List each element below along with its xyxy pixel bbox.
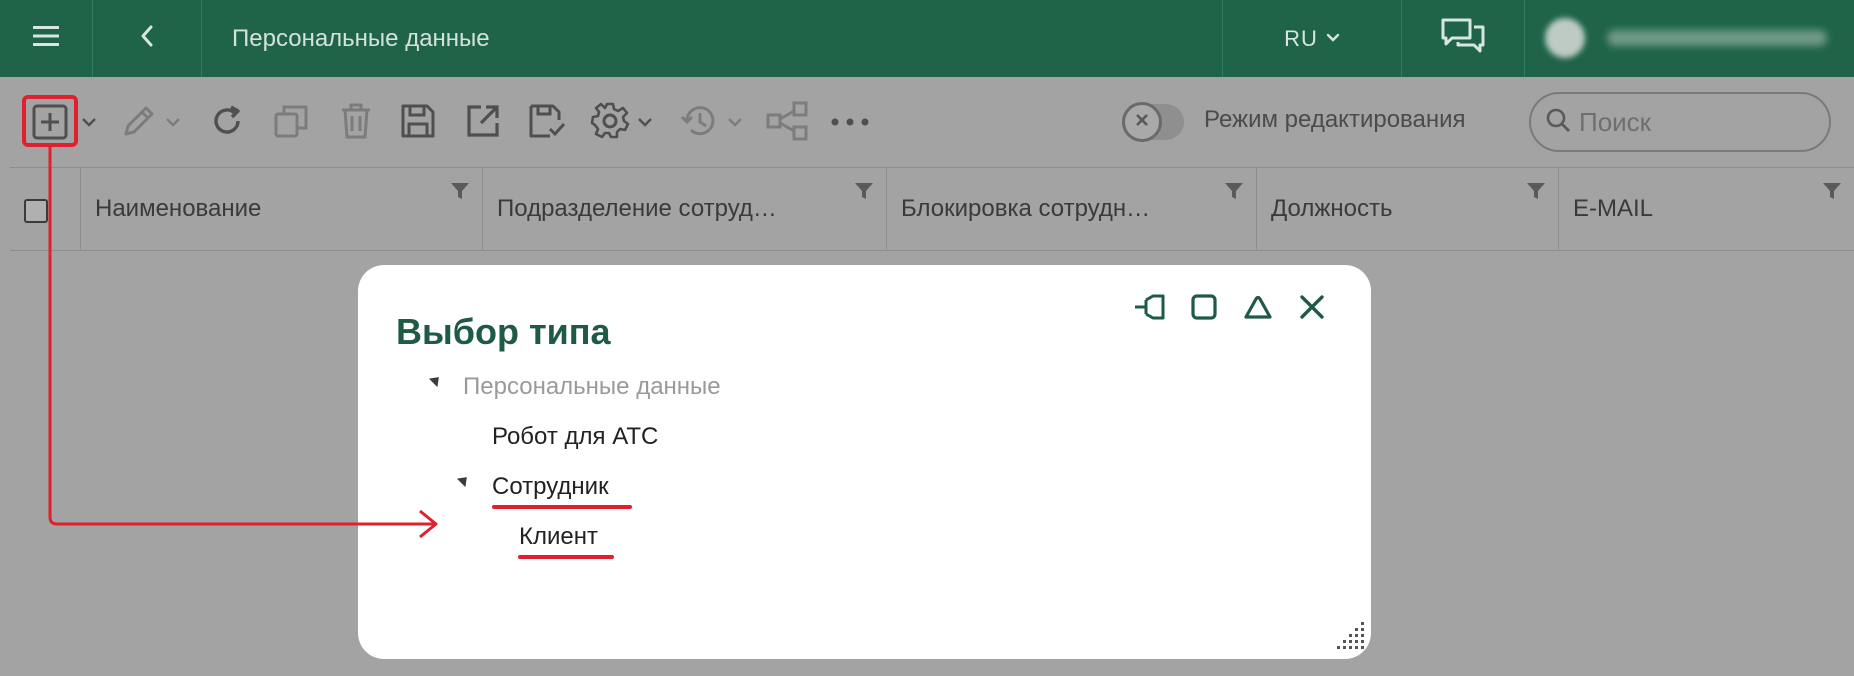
- user-name-blurred: [1607, 30, 1827, 46]
- save-button[interactable]: [398, 101, 438, 141]
- chevron-down-icon: [727, 117, 743, 127]
- chevron-down-icon: [1326, 30, 1340, 48]
- employee-underline: [492, 505, 632, 509]
- column-header-department[interactable]: Подразделение сотруд…: [482, 168, 886, 250]
- settings-icon: [590, 101, 630, 141]
- collapse-icon: [1242, 293, 1274, 326]
- column-label: Должность: [1271, 195, 1393, 222]
- search-icon: [1545, 107, 1571, 138]
- history-dropdown[interactable]: [726, 112, 744, 132]
- user-profile[interactable]: [1545, 16, 1835, 60]
- menu-button[interactable]: [0, 0, 92, 77]
- copy-button[interactable]: [271, 101, 311, 141]
- settings-dropdown[interactable]: [636, 112, 654, 132]
- chevron-down-icon: [165, 117, 181, 127]
- edit-mode-label: Режим редактирования: [1204, 106, 1466, 133]
- type-selection-dialog: Выбор типа Персональные данные Робот для…: [358, 265, 1371, 659]
- collapse-button[interactable]: [1238, 289, 1278, 329]
- pin-button[interactable]: [1130, 289, 1170, 329]
- column-header-email[interactable]: E-MAIL: [1558, 168, 1854, 250]
- chevron-down-icon: [637, 117, 653, 127]
- filter-icon[interactable]: [450, 180, 470, 208]
- edit-mode-knob[interactable]: [1122, 102, 1162, 142]
- filter-icon[interactable]: [1526, 180, 1546, 208]
- refresh-icon: [209, 103, 245, 139]
- select-all-checkbox[interactable]: [24, 199, 48, 223]
- tree-node-robot[interactable]: Робот для АТС: [492, 423, 658, 451]
- chat-button[interactable]: [1402, 0, 1524, 77]
- maximize-button[interactable]: [1184, 289, 1224, 329]
- expanded-triangle-icon[interactable]: [456, 472, 472, 488]
- edit-button[interactable]: [118, 100, 160, 142]
- history-icon: [679, 101, 719, 141]
- table-header: Наименование Подразделение сотруд… Блоки…: [10, 167, 1854, 251]
- top-bar: Персональные данные RU: [0, 0, 1854, 77]
- close-icon: [1135, 113, 1149, 132]
- filter-icon[interactable]: [854, 180, 874, 208]
- column-label: Блокировка сотрудн…: [901, 195, 1151, 222]
- copy-icon: [273, 103, 309, 139]
- back-button[interactable]: [93, 0, 201, 77]
- resize-grip-icon[interactable]: [1333, 622, 1367, 655]
- language-label: RU: [1284, 25, 1318, 51]
- maximize-icon: [1190, 293, 1218, 326]
- column-label: Подразделение сотруд…: [497, 195, 777, 222]
- settings-button[interactable]: [589, 100, 631, 142]
- column-header-blocking[interactable]: Блокировка сотрудн…: [886, 168, 1256, 250]
- pin-icon: [1133, 293, 1167, 326]
- column-header-position[interactable]: Должность: [1256, 168, 1558, 250]
- close-icon: [1299, 294, 1325, 325]
- dialog-title: Выбор типа: [396, 311, 611, 352]
- tree-node-root[interactable]: Персональные данные: [463, 373, 721, 401]
- edit-icon: [120, 102, 158, 140]
- delete-button[interactable]: [336, 101, 376, 141]
- save-check-icon: [528, 103, 566, 139]
- hamburger-icon: [32, 25, 60, 52]
- search-box[interactable]: [1529, 92, 1831, 152]
- history-button[interactable]: [678, 100, 720, 142]
- search-input[interactable]: [1577, 105, 1821, 139]
- add-icon: [32, 104, 68, 140]
- save-icon: [400, 103, 436, 139]
- export-button[interactable]: [463, 101, 503, 141]
- column-label: Наименование: [95, 195, 262, 222]
- chat-bubbles-icon: [1440, 17, 1486, 60]
- tree-node-client[interactable]: Клиент: [519, 523, 598, 551]
- refresh-button[interactable]: [207, 101, 247, 141]
- more-button[interactable]: [830, 110, 870, 134]
- more-icon: [831, 118, 869, 126]
- add-button[interactable]: [30, 102, 70, 142]
- add-dropdown[interactable]: [80, 112, 98, 132]
- language-selector[interactable]: RU: [1223, 0, 1401, 77]
- edit-dropdown[interactable]: [164, 112, 182, 132]
- export-icon: [465, 103, 501, 139]
- close-button[interactable]: [1292, 289, 1332, 329]
- tree-node-employee[interactable]: Сотрудник: [492, 473, 609, 501]
- column-header-name[interactable]: Наименование: [80, 168, 482, 250]
- share-button[interactable]: [766, 100, 810, 142]
- avatar: [1545, 18, 1585, 58]
- delete-icon: [339, 102, 373, 140]
- column-label: E-MAIL: [1573, 195, 1654, 222]
- filter-icon[interactable]: [1822, 180, 1842, 208]
- share-icon: [766, 101, 810, 141]
- chevron-down-icon: [81, 117, 97, 127]
- page-title: Персональные данные: [232, 24, 490, 52]
- save-and-close-button[interactable]: [527, 101, 567, 141]
- chevron-left-icon: [139, 24, 155, 53]
- expanded-triangle-icon[interactable]: [428, 372, 444, 388]
- client-underline: [518, 555, 614, 559]
- filter-icon[interactable]: [1224, 180, 1244, 208]
